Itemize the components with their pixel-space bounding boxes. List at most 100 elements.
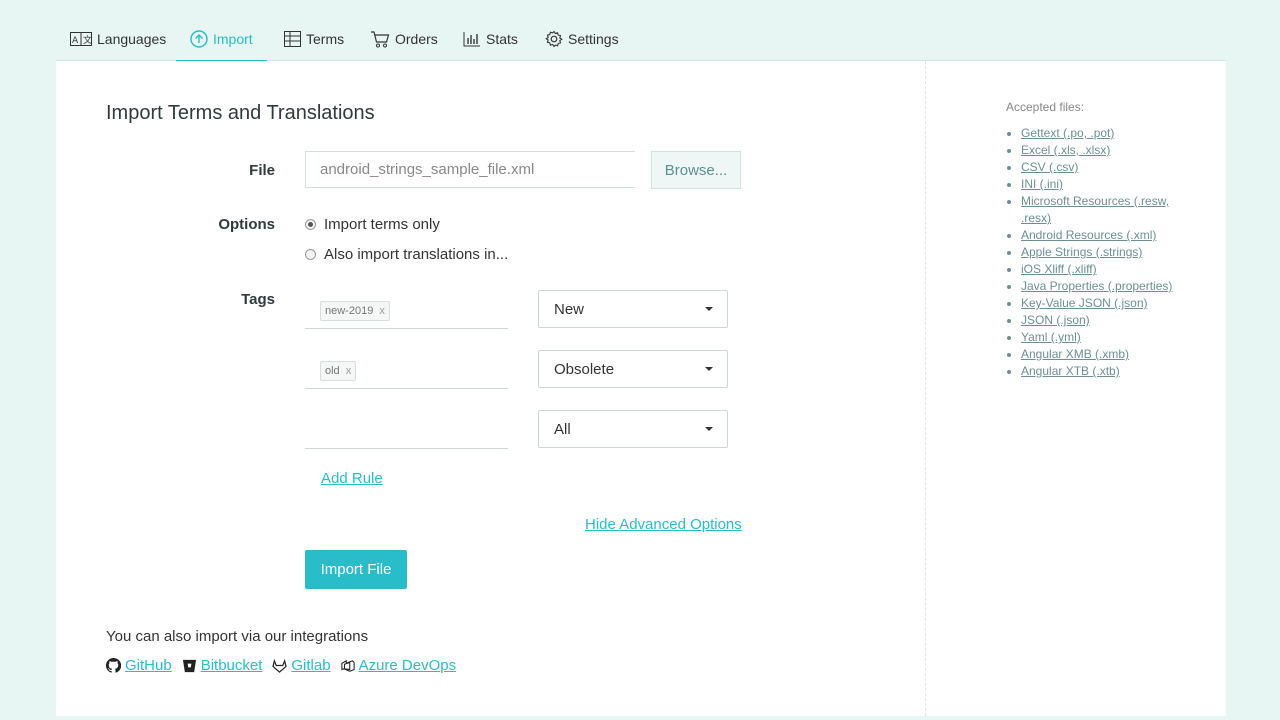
tag-chip-label: old bbox=[325, 365, 340, 377]
caret-down-icon bbox=[705, 367, 713, 371]
file-type-link[interactable]: INI (.ini) bbox=[1021, 177, 1063, 191]
tab-label: Orders bbox=[395, 31, 438, 47]
list-item: Angular XTB (.xtb) bbox=[1021, 363, 1181, 380]
list-item: CSV (.csv) bbox=[1021, 159, 1181, 176]
integration-label[interactable]: Gitlab bbox=[291, 657, 330, 674]
integration-azure-devops[interactable]: Azure DevOps bbox=[340, 657, 457, 674]
upload-icon bbox=[190, 30, 208, 48]
languages-icon: A文 bbox=[70, 32, 92, 46]
file-type-link[interactable]: Angular XTB (.xtb) bbox=[1021, 364, 1120, 378]
remove-tag-icon[interactable]: x bbox=[346, 365, 352, 377]
file-type-link[interactable]: Microsoft Resources (.resw, .resx) bbox=[1021, 194, 1169, 225]
tab-orders[interactable]: Orders bbox=[370, 18, 438, 60]
file-type-link[interactable]: Excel (.xls, .xlsx) bbox=[1021, 143, 1110, 157]
file-type-link[interactable]: JSON (.json) bbox=[1021, 313, 1090, 327]
import-file-button[interactable]: Import File bbox=[305, 550, 407, 589]
integrations-text: You can also import via our integrations bbox=[106, 628, 369, 645]
integration-label[interactable]: GitHub bbox=[125, 657, 172, 674]
list-item: Android Resources (.xml) bbox=[1021, 227, 1181, 244]
bar-chart-icon bbox=[463, 31, 481, 47]
list-item: Gettext (.po, .pot) bbox=[1021, 125, 1181, 142]
caret-down-icon bbox=[705, 427, 713, 431]
file-label: File bbox=[249, 162, 275, 179]
radio-label: Import terms only bbox=[324, 216, 440, 233]
main-nav: A文 Languages Import Terms Orders Stats S… bbox=[56, 18, 1226, 62]
select-value: All bbox=[554, 420, 571, 438]
radio-import-terms-only[interactable]: Import terms only bbox=[305, 216, 440, 233]
tag-chip: old x bbox=[320, 361, 357, 381]
browse-button[interactable]: Browse... bbox=[651, 151, 741, 189]
radio-button[interactable] bbox=[305, 219, 316, 230]
tag-rule-select[interactable]: Obsolete bbox=[538, 350, 728, 388]
svg-text:文: 文 bbox=[83, 34, 92, 46]
list-item: Angular XMB (.xmb) bbox=[1021, 346, 1181, 363]
tag-input[interactable]: old x bbox=[305, 351, 508, 389]
tag-chip: new-2019 x bbox=[320, 301, 390, 321]
tags-label: Tags bbox=[241, 291, 275, 308]
add-rule-link[interactable]: Add Rule bbox=[321, 470, 383, 487]
list-item: Microsoft Resources (.resw, .resx) bbox=[1021, 193, 1181, 227]
file-type-link[interactable]: Android Resources (.xml) bbox=[1021, 228, 1156, 242]
remove-tag-icon[interactable]: x bbox=[379, 305, 385, 317]
gear-icon bbox=[545, 30, 563, 48]
tag-chip-label: new-2019 bbox=[325, 305, 374, 317]
azure-devops-icon bbox=[340, 659, 355, 673]
list-item: Yaml (.yml) bbox=[1021, 329, 1181, 346]
file-type-link[interactable]: iOS Xliff (.xliff) bbox=[1021, 262, 1097, 276]
file-type-link[interactable]: Gettext (.po, .pot) bbox=[1021, 126, 1114, 140]
import-panel: Import Terms and Translations File andro… bbox=[56, 61, 1226, 716]
tab-label: Import bbox=[213, 31, 253, 47]
integration-github[interactable]: GitHub bbox=[106, 657, 172, 674]
tab-stats[interactable]: Stats bbox=[463, 18, 518, 60]
integration-label[interactable]: Azure DevOps bbox=[359, 657, 457, 674]
hide-advanced-options-link[interactable]: Hide Advanced Options bbox=[585, 516, 742, 533]
list-item: Key-Value JSON (.json) bbox=[1021, 295, 1181, 312]
file-type-link[interactable]: Angular XMB (.xmb) bbox=[1021, 347, 1129, 361]
tag-input[interactable] bbox=[305, 411, 508, 449]
table-icon bbox=[284, 31, 301, 47]
select-value: Obsolete bbox=[554, 360, 615, 378]
caret-down-icon bbox=[705, 307, 713, 311]
file-type-link[interactable]: CSV (.csv) bbox=[1021, 160, 1078, 174]
tab-terms[interactable]: Terms bbox=[284, 18, 344, 60]
bitbucket-icon bbox=[182, 659, 197, 673]
tab-settings[interactable]: Settings bbox=[545, 18, 619, 60]
file-type-link[interactable]: Apple Strings (.strings) bbox=[1021, 245, 1142, 259]
svg-text:A: A bbox=[72, 36, 79, 46]
integration-bitbucket[interactable]: Bitbucket bbox=[182, 657, 263, 674]
list-item: JSON (.json) bbox=[1021, 312, 1181, 329]
list-item: Apple Strings (.strings) bbox=[1021, 244, 1181, 261]
radio-button[interactable] bbox=[305, 249, 316, 260]
github-icon bbox=[106, 658, 121, 673]
list-item: Java Properties (.properties) bbox=[1021, 278, 1181, 295]
tag-rule-select[interactable]: New bbox=[538, 290, 728, 328]
list-item: INI (.ini) bbox=[1021, 176, 1181, 193]
accepted-files-title: Accepted files: bbox=[1006, 100, 1085, 114]
list-item: Excel (.xls, .xlsx) bbox=[1021, 142, 1181, 159]
tag-input[interactable]: new-2019 x bbox=[305, 291, 508, 329]
cart-icon bbox=[370, 30, 390, 48]
file-type-link[interactable]: Java Properties (.properties) bbox=[1021, 279, 1172, 293]
tag-rule-select[interactable]: All bbox=[538, 410, 728, 448]
accepted-files-list: Gettext (.po, .pot) Excel (.xls, .xlsx) … bbox=[1006, 125, 1181, 380]
file-type-link[interactable]: Key-Value JSON (.json) bbox=[1021, 296, 1148, 310]
tab-label: Languages bbox=[97, 31, 167, 47]
file-name: android_strings_sample_file.xml bbox=[320, 161, 535, 178]
page-title: Import Terms and Translations bbox=[106, 102, 375, 124]
tab-label: Settings bbox=[568, 31, 619, 47]
list-item: iOS Xliff (.xliff) bbox=[1021, 261, 1181, 278]
tab-languages[interactable]: A文 Languages bbox=[70, 18, 166, 60]
gitlab-icon bbox=[272, 658, 288, 673]
integrations-list: GitHub Bitbucket Gitlab Azure DevOps bbox=[106, 657, 466, 674]
panel-divider bbox=[925, 61, 926, 716]
tab-import[interactable]: Import bbox=[176, 18, 267, 62]
integration-gitlab[interactable]: Gitlab bbox=[272, 657, 331, 674]
options-label: Options bbox=[218, 216, 275, 233]
file-type-link[interactable]: Yaml (.yml) bbox=[1021, 330, 1081, 344]
radio-import-translations[interactable]: Also import translations in... bbox=[305, 246, 508, 263]
integration-label[interactable]: Bitbucket bbox=[201, 657, 263, 674]
select-value: New bbox=[554, 300, 585, 318]
tab-label: Stats bbox=[486, 31, 518, 47]
radio-label: Also import translations in... bbox=[324, 246, 509, 263]
file-input[interactable]: android_strings_sample_file.xml bbox=[305, 151, 635, 188]
